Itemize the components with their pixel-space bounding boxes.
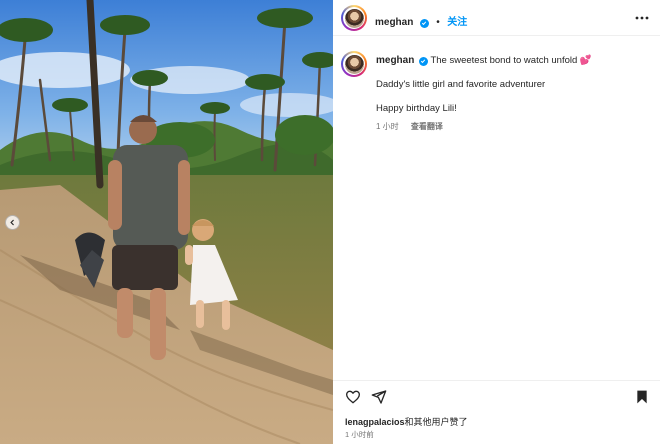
likes-suffix[interactable]: 和其他用户赞了 — [405, 417, 468, 427]
follow-button[interactable]: 关注 — [447, 17, 467, 28]
caption-author[interactable]: meghan — [376, 55, 414, 66]
post-details-panel: meghan • 关注 meghan The sweetest bond to … — [333, 0, 660, 444]
header-username[interactable]: meghan — [375, 17, 413, 28]
chevron-left-icon — [10, 219, 14, 226]
share-icon[interactable] — [371, 389, 387, 405]
caption-first-line: meghan The sweetest bond to watch unfold… — [376, 54, 651, 67]
verified-badge-icon — [418, 56, 428, 66]
caption-time: 1 小时 — [376, 122, 399, 131]
post-timestamp[interactable]: 1 小时前 — [345, 429, 374, 440]
carousel-prev-button[interactable] — [5, 215, 20, 230]
verified-badge-icon — [419, 18, 429, 28]
caption: meghan The sweetest bond to watch unfold… — [376, 54, 651, 132]
post-photo[interactable] — [0, 0, 333, 444]
post-image — [0, 0, 333, 444]
heart-icon[interactable] — [345, 389, 361, 405]
avatar[interactable] — [341, 5, 367, 31]
more-options-icon[interactable] — [634, 10, 650, 26]
caption-text-line2: Daddy's little girl and favorite adventu… — [376, 79, 546, 90]
caption-text-line1: The sweetest bond to watch unfold 💕 — [430, 55, 592, 66]
separator-dot: • — [436, 17, 440, 28]
likes-summary: lenagpalacios和其他用户赞了 — [345, 415, 468, 428]
caption-avatar[interactable] — [341, 51, 367, 77]
see-translation-link[interactable]: 查看翻译 — [411, 122, 443, 131]
header-user-row: meghan • 关注 — [375, 12, 467, 30]
post-header: meghan • 关注 — [333, 0, 660, 36]
caption-meta: 1 小时 查看翻译 — [376, 121, 651, 132]
liker-username[interactable]: lenagpalacios — [345, 417, 405, 427]
post-actions — [333, 380, 660, 412]
bookmark-icon[interactable] — [634, 389, 650, 405]
caption-text-line3: Happy birthday Lili! — [376, 103, 457, 114]
